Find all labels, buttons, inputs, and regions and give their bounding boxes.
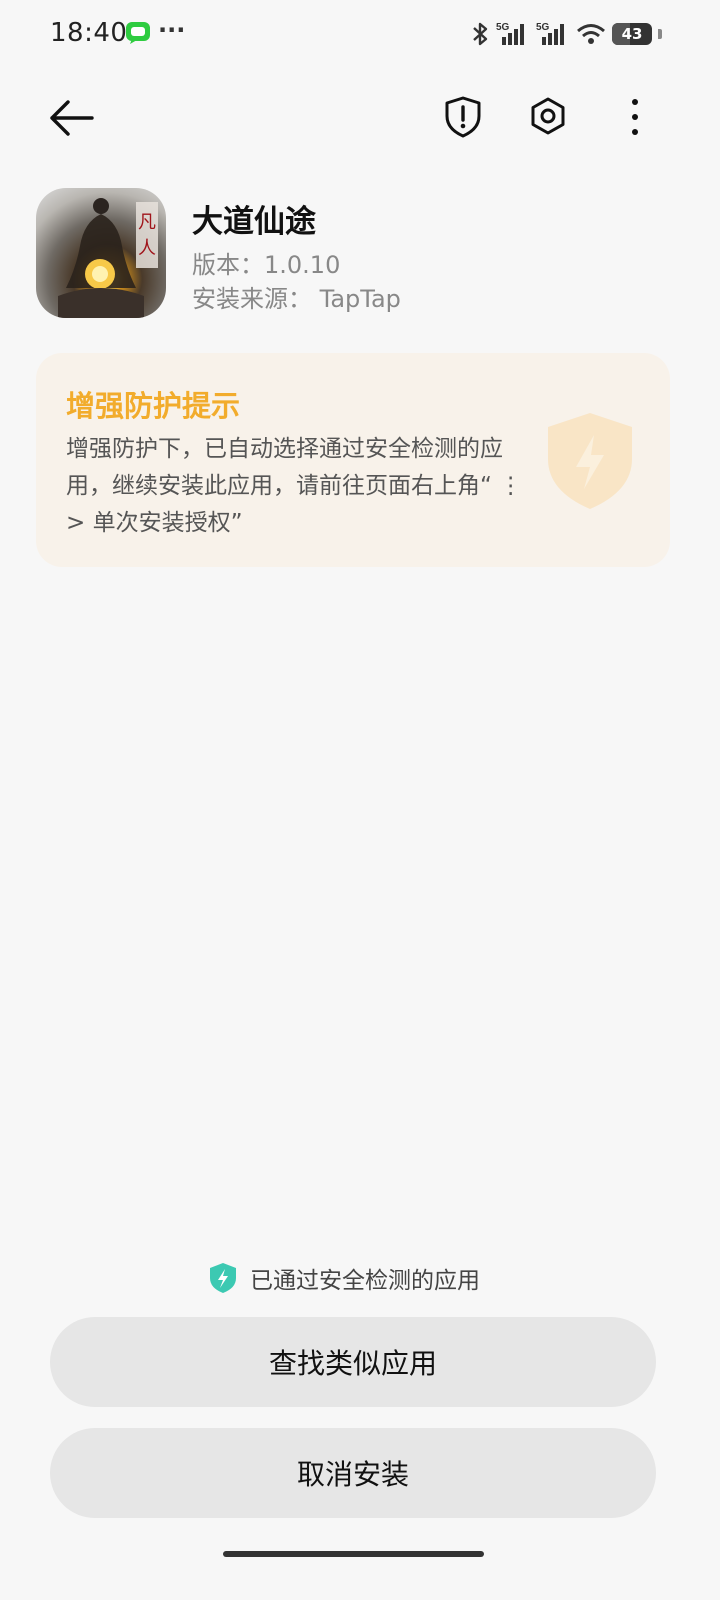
svg-text:5G: 5G bbox=[536, 22, 550, 33]
app-name: 大道仙途 bbox=[192, 204, 316, 240]
settings-button[interactable] bbox=[526, 94, 570, 140]
security-shield-button[interactable] bbox=[441, 94, 485, 140]
svg-text:5G: 5G bbox=[496, 22, 510, 33]
message-icon bbox=[126, 22, 150, 44]
home-indicator[interactable] bbox=[223, 1551, 484, 1557]
shield-bolt-icon bbox=[542, 409, 638, 513]
protection-tip-text: 增强防护下，已自动选择通过安全检测的应用，继续安装此应用，请前往页面右上角“ ⋮… bbox=[66, 436, 523, 536]
svg-text:人: 人 bbox=[138, 238, 156, 259]
battery-cap bbox=[658, 29, 662, 39]
status-icons: 5G 5G 43 bbox=[470, 18, 662, 50]
arrow-left-icon bbox=[50, 100, 94, 136]
shield-alert-icon bbox=[445, 96, 481, 138]
install-screen: 18:40 ··· 5G 5G 43 凡 人 大道仙途 版本：1.0.10 安装… bbox=[0, 0, 720, 1600]
battery-icon: 43 bbox=[612, 23, 652, 45]
svg-text:凡: 凡 bbox=[138, 212, 156, 233]
safety-check-text: 已通过安全检测的应用 bbox=[250, 1268, 480, 1294]
bluetooth-icon bbox=[470, 21, 490, 47]
more-vertical-icon bbox=[632, 99, 638, 135]
settings-icon bbox=[531, 97, 565, 135]
signal-icon-2: 5G bbox=[536, 21, 570, 47]
status-bar: 18:40 ··· 5G 5G 43 bbox=[0, 0, 720, 70]
find-similar-apps-button[interactable]: 查找类似应用 bbox=[50, 1317, 656, 1407]
more-menu-button[interactable] bbox=[620, 94, 650, 140]
cancel-install-button[interactable]: 取消安装 bbox=[50, 1428, 656, 1518]
app-version: 版本：1.0.10 bbox=[192, 251, 341, 279]
safety-check-status: 已通过安全检测的应用 bbox=[208, 1260, 480, 1296]
app-icon: 凡 人 bbox=[36, 188, 166, 318]
wifi-icon bbox=[576, 21, 606, 47]
status-overflow-dots: ··· bbox=[158, 16, 186, 44]
status-time: 18:40 bbox=[50, 18, 128, 48]
protection-tip-card: 增强防护提示 增强防护下，已自动选择通过安全检测的应用，继续安装此应用，请前往页… bbox=[36, 353, 670, 567]
app-source: 安装来源： TapTap bbox=[192, 285, 401, 313]
shield-check-icon bbox=[210, 1263, 236, 1293]
back-button[interactable] bbox=[46, 96, 98, 140]
signal-icon-1: 5G bbox=[496, 21, 530, 47]
protection-tip-title: 增强防护提示 bbox=[66, 389, 241, 423]
battery-level: 43 bbox=[621, 25, 643, 43]
